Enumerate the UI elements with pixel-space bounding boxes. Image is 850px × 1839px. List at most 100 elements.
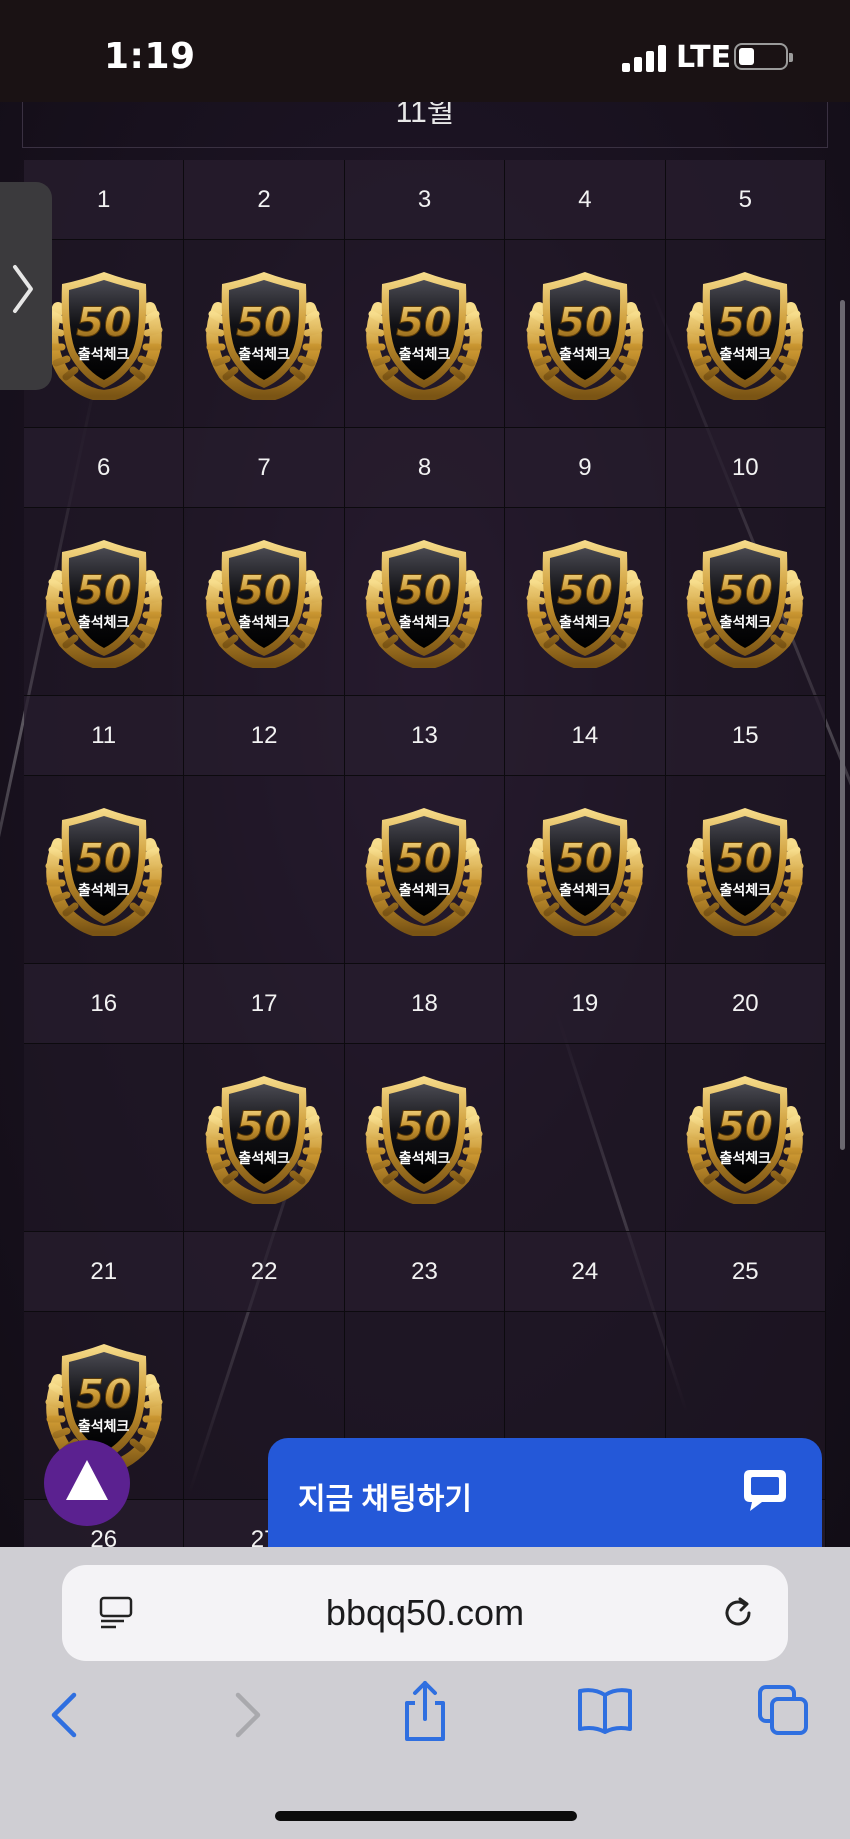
badge-caption: 출석체크 [559, 614, 611, 630]
calendar-day-number: 14 [505, 696, 665, 776]
badge-number: 50 [76, 836, 132, 882]
attendance-badge: 50 출석체크 [36, 532, 172, 671]
reload-icon[interactable] [718, 1593, 758, 1633]
attendance-badge-icon: 50 [205, 1076, 323, 1207]
calendar-day-cell: 5 50 출석체크 [665, 160, 826, 428]
attendance-badge-icon: 50 [526, 540, 644, 671]
calendar-day-number: 23 [344, 1232, 505, 1312]
network-type: LTE [676, 40, 732, 75]
badge-caption: 출석체크 [398, 614, 451, 630]
attendance-calendar: 1 50 출석체크 2 50 출석체크 3 50 출석체크 4 50 출석체크 … [24, 160, 826, 1547]
forward-arrow-icon[interactable] [230, 1687, 266, 1743]
battery-icon [734, 43, 793, 70]
scrollbar[interactable] [840, 300, 845, 1150]
calendar-day-number: 15 [665, 696, 825, 776]
calendar-day-number: 25 [665, 1232, 825, 1312]
badge-number: 50 [717, 568, 773, 614]
calendar-day-number: 4 [505, 160, 665, 240]
attendance-badge: 50 출석체크 [677, 532, 813, 671]
attendance-badge-icon: 50 [686, 540, 804, 671]
address-bar[interactable]: bbqq50.com [62, 1565, 788, 1661]
attendance-badge: 50 출석체크 [356, 264, 492, 403]
badge-caption: 출석체크 [398, 346, 451, 362]
share-icon[interactable] [400, 1679, 450, 1743]
badge-caption: 출석체크 [77, 882, 130, 898]
calendar-day-number: 16 [24, 964, 184, 1044]
calendar-day-number: 13 [344, 696, 505, 776]
badge-number: 50 [76, 1372, 132, 1418]
badge-number: 50 [397, 300, 453, 346]
badge-caption: 출석체크 [77, 1418, 130, 1434]
calendar-day-number: 2 [184, 160, 344, 240]
attendance-badge: 50 출석체크 [36, 800, 172, 939]
page-content[interactable]: 11월 1 50 출석체크 2 50 출석체크 3 50 출석체크 4 50 출… [0, 102, 850, 1547]
calendar-day-number: 5 [665, 160, 825, 240]
badge-caption: 출석체크 [559, 882, 611, 898]
side-panel-toggle[interactable] [0, 182, 52, 390]
calendar-day-cell: 20 50 출석체크 [665, 964, 826, 1232]
attendance-badge-icon: 50 [45, 540, 163, 671]
badge-caption: 출석체크 [719, 614, 772, 630]
badge-caption: 출석체크 [238, 614, 290, 630]
badge-number: 50 [236, 1104, 292, 1150]
calendar-day-cell: 13 50 출석체크 [344, 696, 506, 964]
tabs-icon[interactable] [756, 1683, 810, 1737]
badge-number: 50 [557, 300, 613, 346]
attendance-badge: 50 출석체크 [517, 800, 653, 939]
attendance-badge: 50 출석체크 [196, 264, 332, 403]
calendar-day-number: 6 [24, 428, 184, 508]
badge-number: 50 [397, 836, 453, 882]
calendar-day-cell: 4 50 출석체크 [505, 160, 666, 428]
calendar-day-number: 21 [24, 1232, 184, 1312]
back-arrow-icon[interactable] [46, 1687, 82, 1743]
attendance-badge-icon: 50 [365, 540, 483, 671]
badge-caption: 출석체크 [77, 346, 130, 362]
attendance-badge: 50 출석체크 [517, 532, 653, 671]
attendance-badge: 50 출석체크 [677, 264, 813, 403]
attendance-badge: 50 출석체크 [356, 800, 492, 939]
calendar-day-cell: 6 50 출석체크 [24, 428, 185, 696]
scroll-top-button[interactable] [44, 1440, 130, 1526]
month-header: 11월 [22, 102, 828, 148]
attendance-badge-icon: 50 [686, 808, 804, 939]
badge-caption: 출석체크 [238, 1150, 290, 1166]
calendar-day-cell: 18 50 출석체크 [344, 964, 506, 1232]
calendar-day-cell: 19 [505, 964, 666, 1232]
calendar-day-cell: 17 50 출석체크 [184, 964, 345, 1232]
calendar-day-number: 22 [184, 1232, 344, 1312]
attendance-badge: 50 출석체크 [36, 264, 172, 403]
calendar-day-cell: 8 50 출석체크 [344, 428, 506, 696]
chat-bubble-icon [744, 1470, 786, 1511]
attendance-badge: 50 출석체크 [517, 264, 653, 403]
badge-number: 50 [76, 568, 132, 614]
badge-number: 50 [717, 300, 773, 346]
calendar-day-cell: 9 50 출석체크 [505, 428, 666, 696]
calendar-day-cell: 10 50 출석체크 [665, 428, 826, 696]
attendance-badge-icon: 50 [45, 272, 163, 403]
calendar-day-number: 20 [665, 964, 825, 1044]
attendance-badge-icon: 50 [205, 540, 323, 671]
attendance-badge-icon: 50 [686, 272, 804, 403]
attendance-badge-icon: 50 [686, 1076, 804, 1207]
attendance-badge: 50 출석체크 [677, 1068, 813, 1207]
badge-caption: 출석체크 [719, 1150, 772, 1166]
triangle-up-icon [66, 1460, 108, 1500]
browser-nav-row [0, 1681, 850, 1757]
calendar-day-cell: 15 50 출석체크 [665, 696, 826, 964]
calendar-day-number: 18 [344, 964, 505, 1044]
url-text: bbqq50.com [325, 1592, 525, 1633]
calendar-day-number: 12 [184, 696, 344, 776]
attendance-badge-icon: 50 [365, 808, 483, 939]
calendar-day-number: 9 [505, 428, 665, 508]
badge-number: 50 [717, 1104, 773, 1150]
chevron-right-icon [13, 265, 33, 313]
status-bar: 1:19 LTE [0, 0, 850, 102]
badge-caption: 출석체크 [719, 346, 772, 362]
attendance-badge-icon: 50 [526, 272, 644, 403]
calendar-day-number: 24 [505, 1232, 665, 1312]
badge-caption: 출석체크 [559, 346, 611, 362]
bookmarks-icon[interactable] [576, 1685, 634, 1735]
badge-number: 50 [717, 836, 773, 882]
live-chat-button[interactable]: 지금 채팅하기 [268, 1438, 822, 1550]
badge-caption: 출석체크 [719, 882, 772, 898]
